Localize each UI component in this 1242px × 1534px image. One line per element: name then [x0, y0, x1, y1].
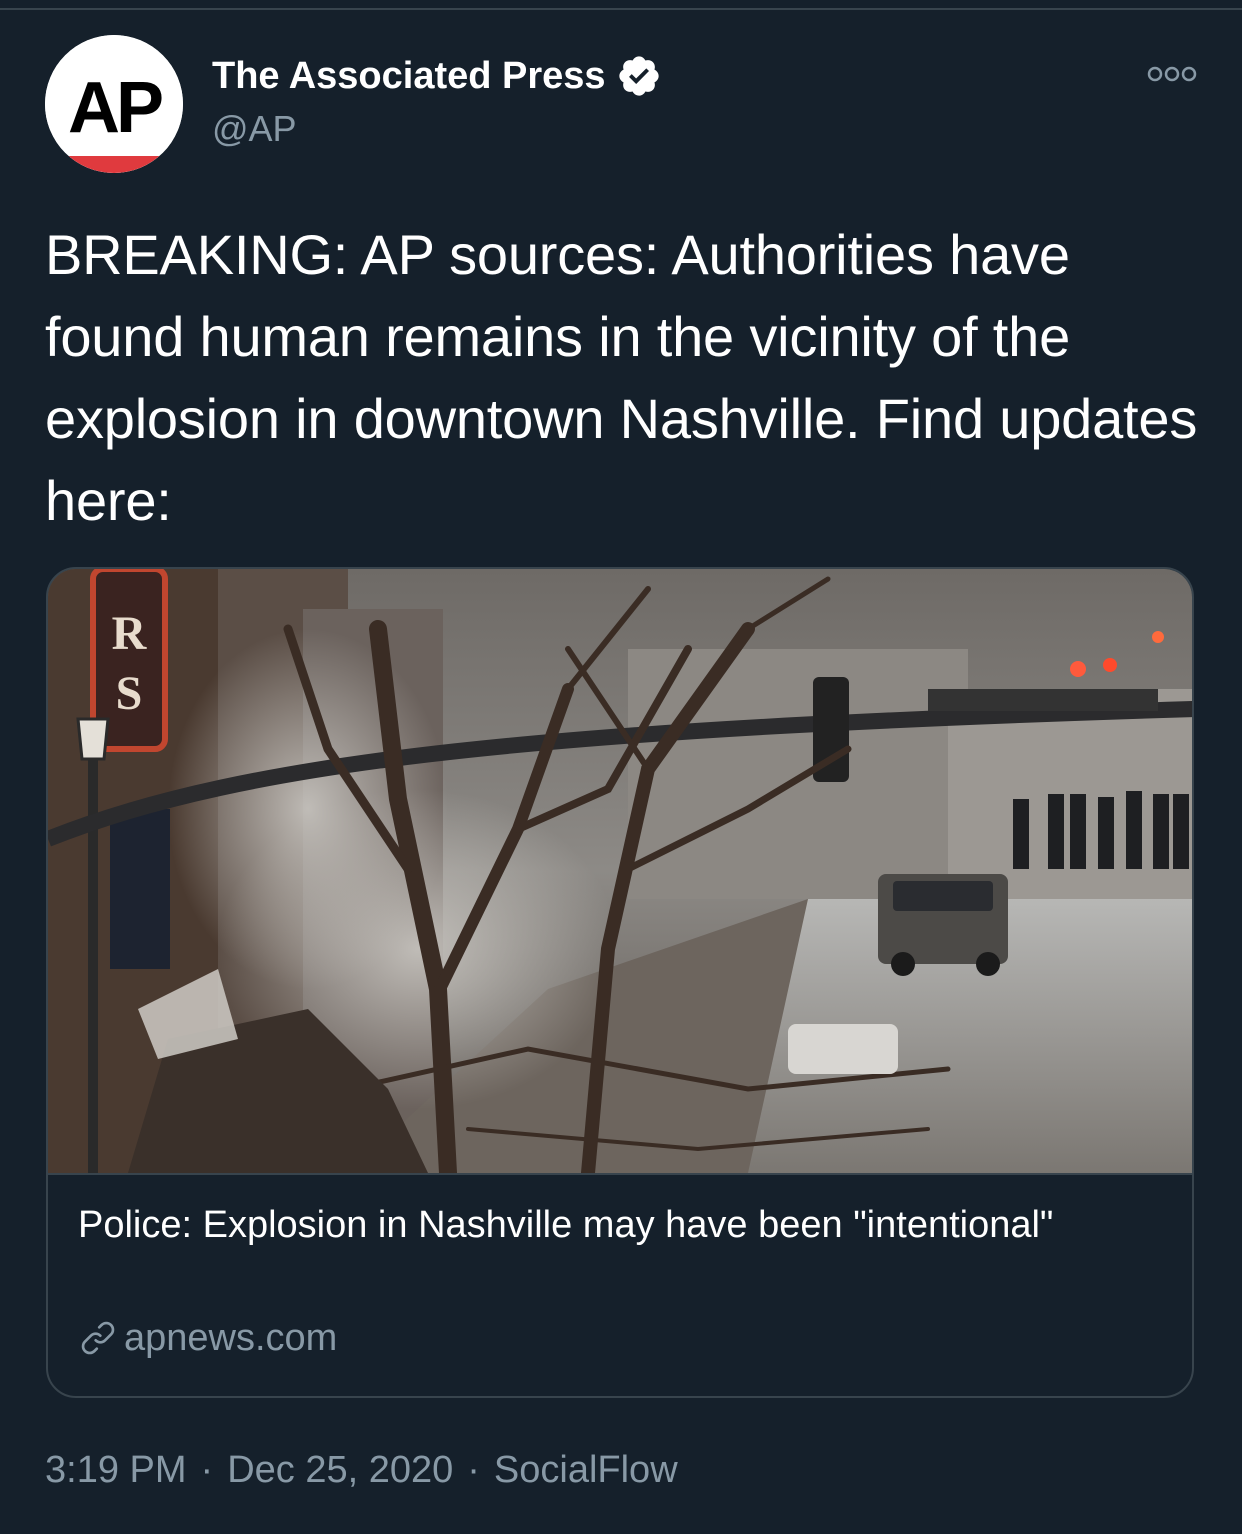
card-title[interactable]: Police: Explosion in Nashville may have …: [78, 1199, 1158, 1252]
tweet-date[interactable]: Dec 25, 2020: [227, 1442, 453, 1498]
link-icon: [81, 1321, 115, 1355]
author-name-row[interactable]: The Associated Press: [212, 52, 662, 100]
tweet-source[interactable]: SocialFlow: [494, 1442, 678, 1498]
link-card[interactable]: R S Police: Explosion in Nashville may h…: [46, 567, 1194, 1398]
top-divider: [0, 8, 1242, 10]
verified-badge-icon: [618, 56, 659, 96]
ap-logo-icon: AP: [45, 35, 183, 173]
svg-text:R: R: [112, 607, 148, 660]
card-image[interactable]: R S: [48, 569, 1194, 1173]
tweet-meta: 3:19 PM · Dec 25, 2020 · SocialFlow: [45, 1442, 678, 1498]
more-options-icon[interactable]: [1144, 60, 1200, 88]
card-link-row[interactable]: apnews.com: [78, 1313, 337, 1363]
tweet-text: BREAKING: AP sources: Authorities have f…: [45, 223, 1198, 532]
display-name[interactable]: The Associated Press: [212, 52, 606, 100]
meta-separator: ·: [200, 1449, 214, 1491]
svg-text:S: S: [116, 667, 143, 720]
avatar[interactable]: AP: [45, 35, 183, 173]
author-handle[interactable]: @AP: [212, 106, 297, 152]
card-domain[interactable]: apnews.com: [124, 1313, 337, 1363]
tweet-time[interactable]: 3:19 PM: [45, 1442, 187, 1498]
avatar-text: AP: [68, 68, 162, 148]
card-divider: [48, 1173, 1192, 1175]
meta-separator: ·: [467, 1449, 480, 1491]
